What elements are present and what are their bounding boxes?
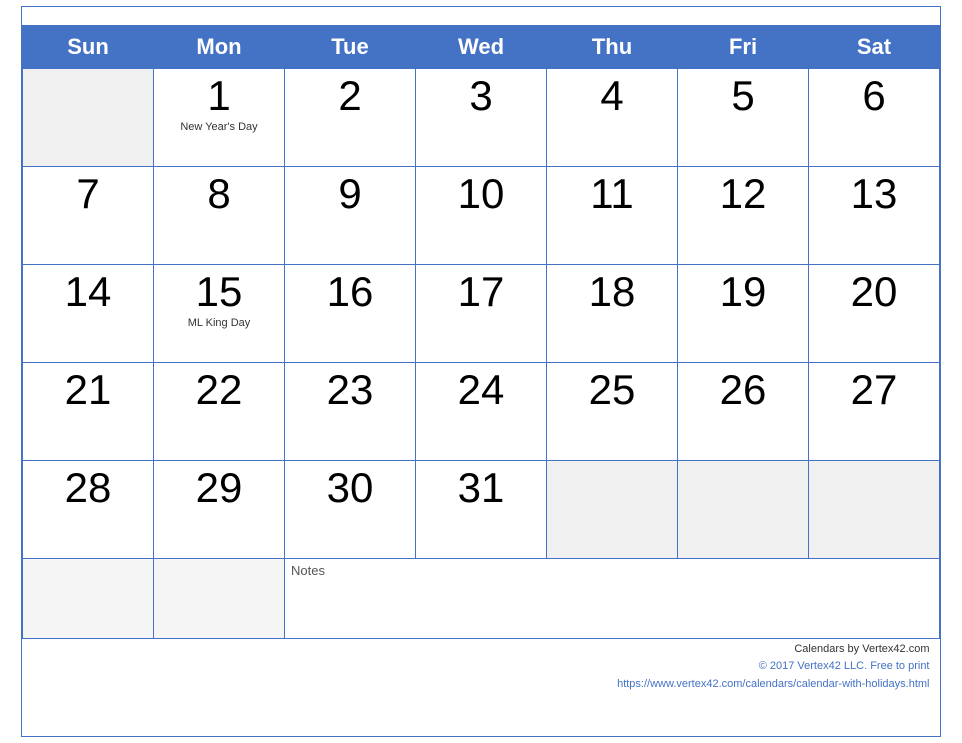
- day-cell[interactable]: [678, 460, 809, 558]
- footer-text: Calendars by Vertex42.com © 2017 Vertex42…: [33, 641, 930, 694]
- day-cell[interactable]: 13: [809, 166, 940, 264]
- day-header-sun: Sun: [23, 25, 154, 68]
- footer-line3: https://www.vertex42.com/calendars/calen…: [617, 678, 929, 690]
- day-number: 12: [720, 171, 767, 217]
- day-number: 29: [196, 465, 243, 511]
- day-number: 10: [458, 171, 505, 217]
- day-number: 23: [327, 367, 374, 413]
- day-number: 5: [731, 73, 754, 119]
- day-cell[interactable]: 7: [23, 166, 154, 264]
- day-cell[interactable]: 9: [285, 166, 416, 264]
- day-cell[interactable]: 19: [678, 264, 809, 362]
- holiday-label: ML King Day: [188, 317, 251, 329]
- day-cell[interactable]: 15 ML King Day: [154, 264, 285, 362]
- day-header-fri: Fri: [678, 25, 809, 68]
- day-cell[interactable]: 22: [154, 362, 285, 460]
- day-cell[interactable]: 16: [285, 264, 416, 362]
- day-cell[interactable]: 1 New Year's Day: [154, 68, 285, 166]
- week-row-0: 1 New Year's Day 2 3 4 5 6: [23, 68, 940, 166]
- day-header-thu: Thu: [547, 25, 678, 68]
- week-row-4: 28 29 30 31: [23, 460, 940, 558]
- day-cell[interactable]: 4: [547, 68, 678, 166]
- day-number: 22: [196, 367, 243, 413]
- day-number: 25: [589, 367, 636, 413]
- day-number: 11: [590, 171, 634, 217]
- day-number: 21: [65, 367, 112, 413]
- day-cell[interactable]: 17: [416, 264, 547, 362]
- day-number: 20: [851, 269, 898, 315]
- day-cell[interactable]: [547, 460, 678, 558]
- day-cell[interactable]: 6: [809, 68, 940, 166]
- day-number: 15: [196, 269, 243, 315]
- day-number: 27: [851, 367, 898, 413]
- day-cell[interactable]: 23: [285, 362, 416, 460]
- footer-cell: Calendars by Vertex42.com © 2017 Vertex42…: [23, 638, 940, 736]
- day-number: 17: [458, 269, 505, 315]
- day-cell[interactable]: 28: [23, 460, 154, 558]
- calendar-grid: SunMonTueWedThuFriSat 1New Year's Day234…: [22, 25, 940, 737]
- day-number: 16: [327, 269, 374, 315]
- day-header-tue: Tue: [285, 25, 416, 68]
- day-number: 2: [338, 73, 361, 119]
- calendar-title: [22, 7, 940, 25]
- day-number: 14: [65, 269, 112, 315]
- week-row-1: 7 8 9 10 11 12 13: [23, 166, 940, 264]
- notes-empty-cell: [154, 558, 285, 638]
- footer-line2: © 2017 Vertex42 LLC. Free to print: [759, 660, 930, 672]
- day-number: 30: [327, 465, 374, 511]
- day-number: 13: [851, 171, 898, 217]
- notes-empty-cell: [23, 558, 154, 638]
- day-cell[interactable]: 2: [285, 68, 416, 166]
- day-header-sat: Sat: [809, 25, 940, 68]
- day-cell[interactable]: 3: [416, 68, 547, 166]
- day-cell[interactable]: 24: [416, 362, 547, 460]
- day-header-mon: Mon: [154, 25, 285, 68]
- day-header-wed: Wed: [416, 25, 547, 68]
- day-cell[interactable]: 12: [678, 166, 809, 264]
- week-row-3: 21 22 23 24 25 26 27: [23, 362, 940, 460]
- day-cell[interactable]: 14: [23, 264, 154, 362]
- day-cell[interactable]: 10: [416, 166, 547, 264]
- day-number: 28: [65, 465, 112, 511]
- day-cell[interactable]: [809, 460, 940, 558]
- day-number: 24: [458, 367, 505, 413]
- day-cell[interactable]: 25: [547, 362, 678, 460]
- day-number: 8: [207, 171, 230, 217]
- day-cell[interactable]: 11: [547, 166, 678, 264]
- day-number: 19: [720, 269, 767, 315]
- notes-cell: Notes: [285, 558, 940, 638]
- notes-row: Notes: [23, 558, 940, 638]
- day-cell[interactable]: 31: [416, 460, 547, 558]
- day-number: 7: [76, 171, 99, 217]
- day-cell[interactable]: [23, 68, 154, 166]
- day-cell[interactable]: 26: [678, 362, 809, 460]
- day-header-row: SunMonTueWedThuFriSat: [23, 25, 940, 68]
- week-row-2: 14 15 ML King Day 16 17 18 19 20: [23, 264, 940, 362]
- day-number: 3: [469, 73, 492, 119]
- day-number: 9: [338, 171, 361, 217]
- day-cell[interactable]: 8: [154, 166, 285, 264]
- day-cell[interactable]: 30: [285, 460, 416, 558]
- footer-line1: Calendars by Vertex42.com: [794, 643, 929, 655]
- day-cell[interactable]: 29: [154, 460, 285, 558]
- day-cell[interactable]: 27: [809, 362, 940, 460]
- day-cell[interactable]: 21: [23, 362, 154, 460]
- holiday-label: New Year's Day: [180, 121, 257, 133]
- day-number: 26: [720, 367, 767, 413]
- day-number: 18: [589, 269, 636, 315]
- day-number: 4: [600, 73, 623, 119]
- footer-row: Calendars by Vertex42.com © 2017 Vertex42…: [23, 638, 940, 736]
- calendar-container: SunMonTueWedThuFriSat 1New Year's Day234…: [21, 6, 941, 738]
- day-number: 6: [862, 73, 885, 119]
- day-cell[interactable]: 18: [547, 264, 678, 362]
- day-number: 31: [458, 465, 505, 511]
- day-number: 1: [207, 73, 230, 119]
- day-cell[interactable]: 5: [678, 68, 809, 166]
- day-cell[interactable]: 20: [809, 264, 940, 362]
